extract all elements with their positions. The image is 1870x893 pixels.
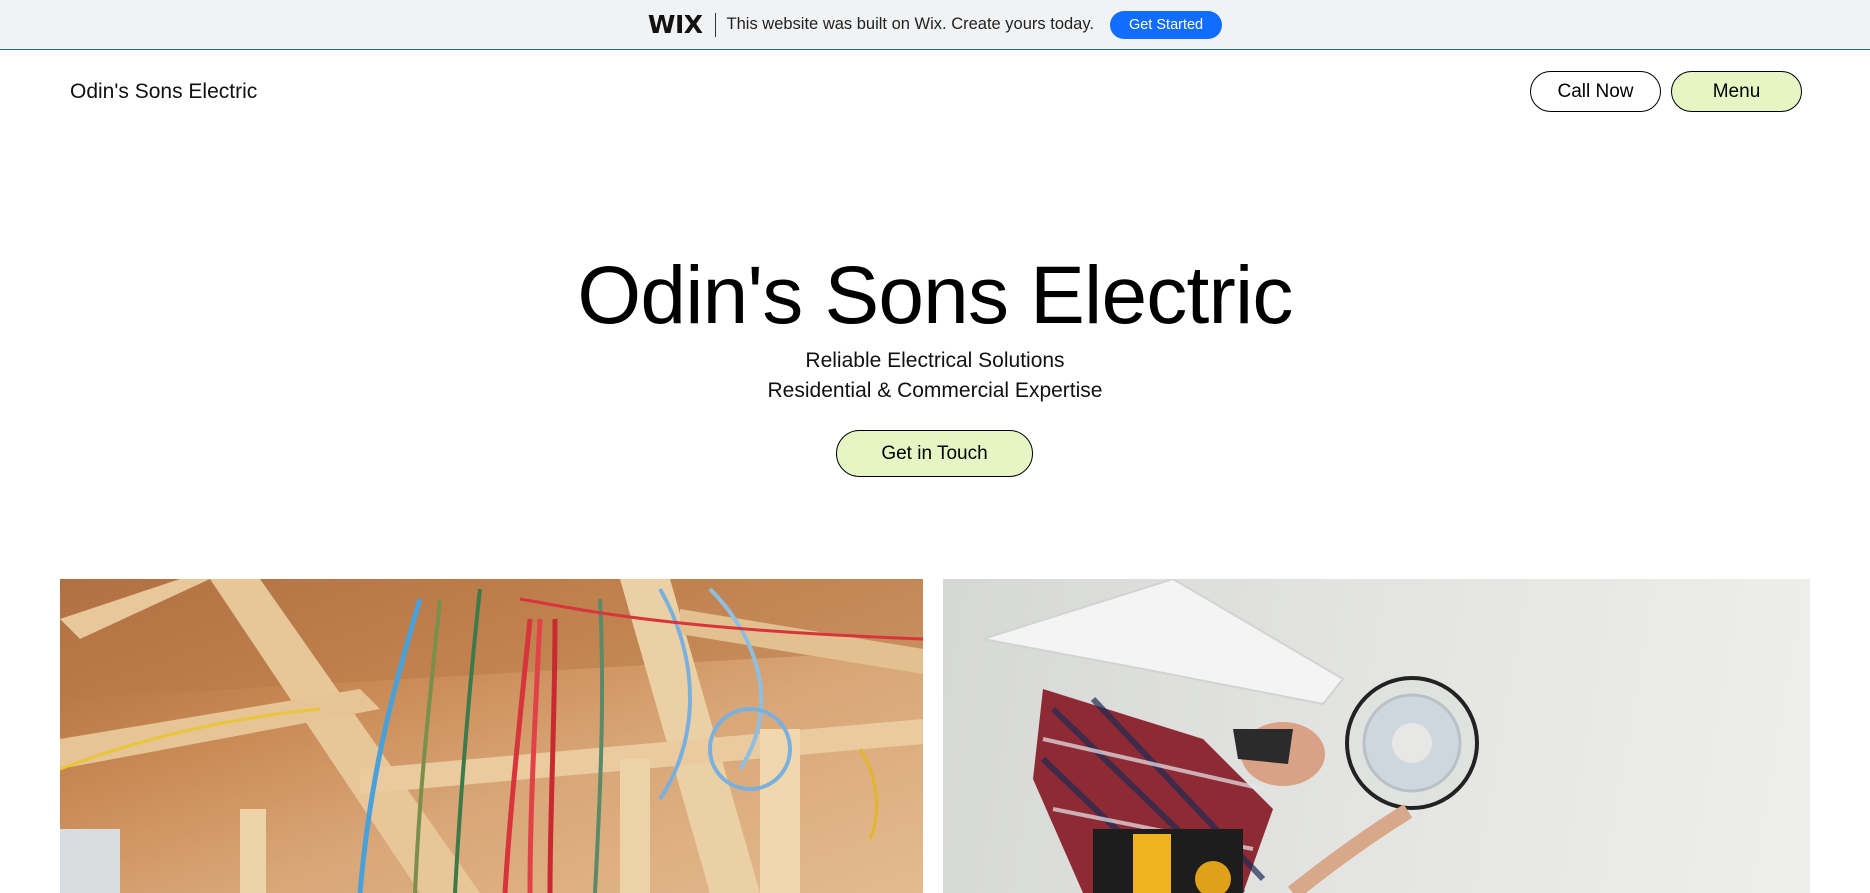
call-now-button[interactable]: Call Now [1530, 71, 1661, 112]
hero-subtitle-line2: Residential & Commercial Expertise [767, 379, 1103, 402]
get-started-button[interactable]: Get Started [1109, 10, 1223, 39]
hero-title: Odin's Sons Electric [577, 250, 1293, 341]
hero-subtitle-line1: Reliable Electrical Solutions [805, 349, 1065, 372]
wix-logo[interactable]: WIX [648, 10, 703, 39]
banner-divider [714, 12, 716, 37]
wix-promo-banner: WIX This website was built on Wix. Creat… [0, 0, 1870, 50]
site-name[interactable]: Odin's Sons Electric [70, 80, 257, 104]
electrician-installing-light-photo [943, 579, 1810, 893]
banner-message: This website was built on Wix. Create yo… [726, 15, 1094, 33]
electrician-illustration [982, 579, 1479, 893]
menu-button[interactable]: Menu [1671, 71, 1802, 112]
wiring-ceiling-photo [60, 579, 923, 893]
wiring-illustration [60, 579, 923, 893]
get-in-touch-button[interactable]: Get in Touch [836, 430, 1033, 477]
site-header: Odin's Sons Electric Call Now Menu [0, 50, 1870, 134]
